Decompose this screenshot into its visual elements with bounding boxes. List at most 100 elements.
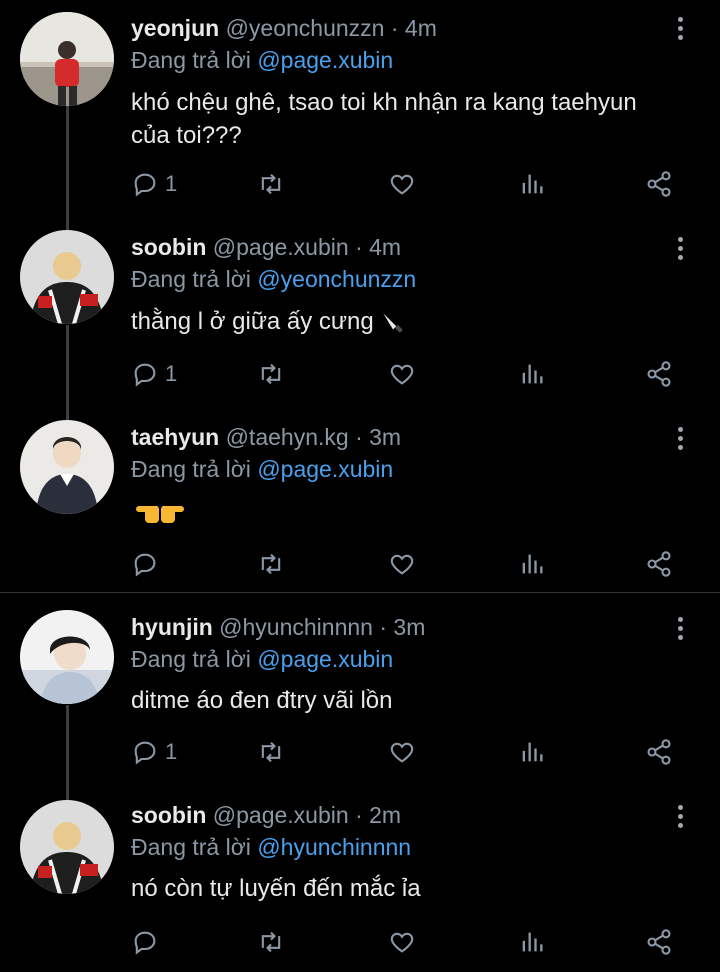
share-button[interactable] xyxy=(645,732,673,772)
replying-to: Đang trả lời @hyunchinnnn xyxy=(131,834,412,860)
action-bar xyxy=(131,922,691,962)
tweet-text xyxy=(131,494,691,527)
author-handle[interactable]: @yeonchunzzn xyxy=(226,15,385,41)
replying-to: Đang trả lời @page.xubin xyxy=(131,47,394,73)
reply-button[interactable] xyxy=(131,922,159,962)
tweet[interactable]: soobin @page.xubin · 4m Đang trả lời @ye… xyxy=(0,222,720,412)
tweet[interactable]: hyunjin @hyunchinnnn · 3m Đang trả lời @… xyxy=(0,602,720,792)
action-bar xyxy=(131,544,691,584)
mention-link[interactable]: @page.xubin xyxy=(257,646,393,672)
share-button[interactable] xyxy=(645,922,673,962)
share-button[interactable] xyxy=(645,354,673,394)
tweet-text: thằng l ở giữa ấy cưng xyxy=(131,305,691,338)
avatar[interactable] xyxy=(20,230,114,324)
reply-count: 1 xyxy=(165,361,178,386)
author-name[interactable]: taehyun xyxy=(131,424,219,450)
replying-to: Đang trả lời @page.xubin xyxy=(131,456,394,482)
like-button[interactable] xyxy=(388,922,416,962)
retweet-button[interactable] xyxy=(257,544,285,584)
retweet-icon xyxy=(261,741,281,763)
mention-link[interactable]: @hyunchinnnn xyxy=(257,834,411,860)
author-handle[interactable]: @taehyn.kg xyxy=(226,424,349,450)
share-button[interactable] xyxy=(645,164,673,204)
conversation-divider xyxy=(0,592,720,593)
avatar[interactable] xyxy=(20,420,114,514)
reply-icon xyxy=(134,173,156,197)
retweet-button[interactable] xyxy=(257,354,285,394)
more-vertical-icon[interactable] xyxy=(672,14,688,44)
tweet[interactable]: soobin @page.xubin · 2m Đang trả lời @hy… xyxy=(0,792,720,972)
replying-to: Đang trả lời @page.xubin xyxy=(131,646,394,672)
retweet-icon xyxy=(261,363,281,385)
analytics-icon xyxy=(522,554,543,574)
reply-button[interactable]: 1 xyxy=(131,732,177,772)
like-button[interactable] xyxy=(388,164,416,204)
like-button[interactable] xyxy=(388,732,416,772)
like-button[interactable] xyxy=(388,544,416,584)
more-vertical-icon[interactable] xyxy=(672,234,688,264)
views-button[interactable] xyxy=(518,544,546,584)
retweet-button[interactable] xyxy=(257,922,285,962)
share-icon xyxy=(647,171,671,197)
views-button[interactable] xyxy=(518,164,546,204)
heart-icon xyxy=(390,364,414,385)
share-button[interactable] xyxy=(645,544,673,584)
share-icon xyxy=(647,929,671,955)
timestamp[interactable]: 4m xyxy=(405,15,437,41)
action-bar: 1 xyxy=(131,354,691,394)
views-button[interactable] xyxy=(518,732,546,772)
more-vertical-icon[interactable] xyxy=(672,802,688,832)
avatar[interactable] xyxy=(20,610,114,704)
retweet-button[interactable] xyxy=(257,164,285,204)
mention-link[interactable]: @yeonchunzzn xyxy=(257,266,416,292)
views-button[interactable] xyxy=(518,922,546,962)
reply-count: 1 xyxy=(165,739,178,764)
pointing-hands-emoji-icon xyxy=(136,505,184,523)
avatar[interactable] xyxy=(20,12,114,106)
like-button[interactable] xyxy=(388,354,416,394)
share-icon xyxy=(647,551,671,577)
retweet-icon xyxy=(261,173,281,195)
share-icon xyxy=(647,739,671,765)
author-handle[interactable]: @hyunchinnnn xyxy=(219,614,373,640)
more-vertical-icon[interactable] xyxy=(672,614,688,644)
author-name[interactable]: hyunjin xyxy=(131,614,213,640)
heart-icon xyxy=(390,742,414,763)
author-name[interactable]: soobin xyxy=(131,802,206,828)
action-bar: 1 xyxy=(131,732,691,772)
reply-icon xyxy=(134,931,156,955)
author-name[interactable]: soobin xyxy=(131,234,206,260)
heart-icon xyxy=(390,932,414,953)
more-vertical-icon[interactable] xyxy=(672,424,688,454)
reply-icon xyxy=(134,741,156,765)
analytics-icon xyxy=(522,364,543,384)
tweet[interactable]: taehyun @taehyn.kg · 3m Đang trả lời @pa… xyxy=(0,412,720,592)
timestamp[interactable]: 2m xyxy=(369,802,401,828)
author-name[interactable]: yeonjun xyxy=(131,15,219,41)
analytics-icon xyxy=(522,932,543,952)
retweet-icon xyxy=(261,931,281,953)
analytics-icon xyxy=(522,742,543,762)
mention-link[interactable]: @page.xubin xyxy=(257,456,393,482)
retweet-icon xyxy=(261,553,281,575)
reply-icon xyxy=(134,553,156,577)
reply-button[interactable]: 1 xyxy=(131,354,177,394)
views-button[interactable] xyxy=(518,354,546,394)
tweet-text: khó chệu ghê, tsao toi kh nhận ra kang t… xyxy=(131,89,637,149)
mention-link[interactable]: @page.xubin xyxy=(257,47,393,73)
replying-to: Đang trả lời @yeonchunzzn xyxy=(131,266,417,292)
heart-icon xyxy=(390,174,414,195)
action-bar: 1 xyxy=(131,164,691,204)
timestamp[interactable]: 3m xyxy=(369,424,401,450)
heart-icon xyxy=(390,554,414,575)
tweet[interactable]: yeonjun @yeonchunzzn · 4m Đang trả lời @… xyxy=(0,0,720,222)
reply-button[interactable] xyxy=(131,544,159,584)
reply-icon xyxy=(134,363,156,387)
reply-button[interactable]: 1 xyxy=(131,164,177,204)
retweet-button[interactable] xyxy=(257,732,285,772)
author-handle[interactable]: @page.xubin xyxy=(213,234,349,260)
timestamp[interactable]: 3m xyxy=(393,614,425,640)
author-handle[interactable]: @page.xubin xyxy=(213,802,349,828)
avatar[interactable] xyxy=(20,800,114,894)
timestamp[interactable]: 4m xyxy=(369,234,401,260)
